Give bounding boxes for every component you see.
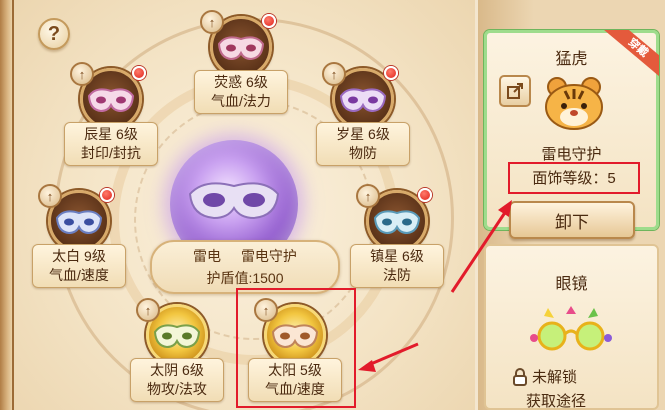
arrow-up-icon[interactable]: ↑ <box>200 10 224 34</box>
arrow-up-icon[interactable]: ↑ <box>136 298 160 322</box>
slot-yinghuo[interactable]: ↑ 荧惑 6级 气血/法力 <box>194 10 288 120</box>
slot-suixing[interactable]: ↑ 岁星 6级 物防 <box>316 62 410 172</box>
arrow-up-icon[interactable]: ↑ <box>38 184 62 208</box>
slot-label: 岁星 6级 物防 <box>316 122 410 166</box>
left-frame <box>0 0 14 410</box>
arrow-up-icon[interactable]: ↑ <box>356 184 380 208</box>
slot-label: 荧惑 6级 气血/法力 <box>194 70 288 114</box>
card-title: 眼镜 <box>555 276 588 293</box>
highlight-box-level <box>508 162 640 194</box>
obtain-link[interactable]: 获取途径 <box>526 390 586 410</box>
slot-label: 太阴 6级 物攻/法攻 <box>130 358 224 402</box>
locked-card[interactable]: 眼镜 未解锁 获取途径 <box>484 244 659 410</box>
slot-zhenxing[interactable]: ↑ 镇星 6级 法防 <box>350 184 444 294</box>
slot-attr: 气血/速度 <box>49 267 109 283</box>
equipped-card[interactable]: 猛虎 穿戴 雷电守护 面饰等级：5 卸下 <box>484 30 659 239</box>
notification-dot <box>132 66 146 80</box>
equipped-ribbon: 穿戴 <box>601 30 659 88</box>
mask-icon <box>217 36 265 61</box>
slot-label: 镇星 6级 法防 <box>350 244 444 288</box>
glasses-icon <box>530 306 612 351</box>
arrow-up-icon[interactable]: ↑ <box>70 62 94 86</box>
notification-dot <box>262 14 276 28</box>
notification-dot <box>384 66 398 80</box>
lock-text: 未解锁 <box>532 369 578 386</box>
highlight-box-taiyang <box>236 288 356 408</box>
lock-status: 未解锁 <box>512 366 577 387</box>
slot-attr: 物攻/法攻 <box>147 381 207 397</box>
slot-name: 镇星 6级 <box>370 248 424 264</box>
mask-icon <box>339 88 387 113</box>
center-item: 雷电守护 <box>240 248 297 264</box>
slot-taiyin[interactable]: ↑ 太阴 6级 物攻/法攻 <box>130 298 224 408</box>
unequip-button[interactable]: 卸下 <box>509 201 635 239</box>
slot-name: 荧惑 6级 <box>214 74 268 90</box>
center-mask-icon <box>188 182 280 220</box>
share-button[interactable] <box>499 75 531 107</box>
center-info-plate: 雷电 雷电守护 护盾值:1500 <box>150 240 340 294</box>
shield-value: 护盾值:1500 <box>206 270 284 286</box>
slot-attr: 法防 <box>383 267 411 283</box>
slot-attr: 物防 <box>349 145 377 161</box>
slot-chenxing[interactable]: ↑ 辰星 6级 封印/封抗 <box>64 62 158 172</box>
question-icon: ? <box>47 22 61 45</box>
slot-taibai[interactable]: ↑ 太白 9级 气血/速度 <box>32 184 126 294</box>
slot-attr: 封印/封抗 <box>81 145 141 161</box>
center-name: 雷电 <box>193 248 222 264</box>
share-icon <box>507 83 523 99</box>
mask-icon <box>153 324 201 349</box>
slot-name: 辰星 6级 <box>84 126 138 142</box>
slot-name: 太白 9级 <box>52 248 106 264</box>
help-button[interactable]: ? <box>38 18 70 50</box>
notification-dot <box>418 188 432 202</box>
slot-name: 太阴 6级 <box>150 362 204 378</box>
slot-label: 辰星 6级 封印/封抗 <box>64 122 158 166</box>
mask-icon <box>55 210 103 235</box>
slot-attr: 气血/法力 <box>211 93 271 109</box>
slot-name: 岁星 6级 <box>336 126 390 142</box>
equipped-item-name: 雷电守护 <box>541 146 602 163</box>
arrow-up-icon[interactable]: ↑ <box>322 62 346 86</box>
lock-icon <box>513 367 527 386</box>
tiger-mask-icon <box>545 77 603 130</box>
mask-icon <box>373 210 421 235</box>
mask-icon <box>87 88 135 113</box>
slot-label: 太白 9级 气血/速度 <box>32 244 126 288</box>
notification-dot <box>100 188 114 202</box>
